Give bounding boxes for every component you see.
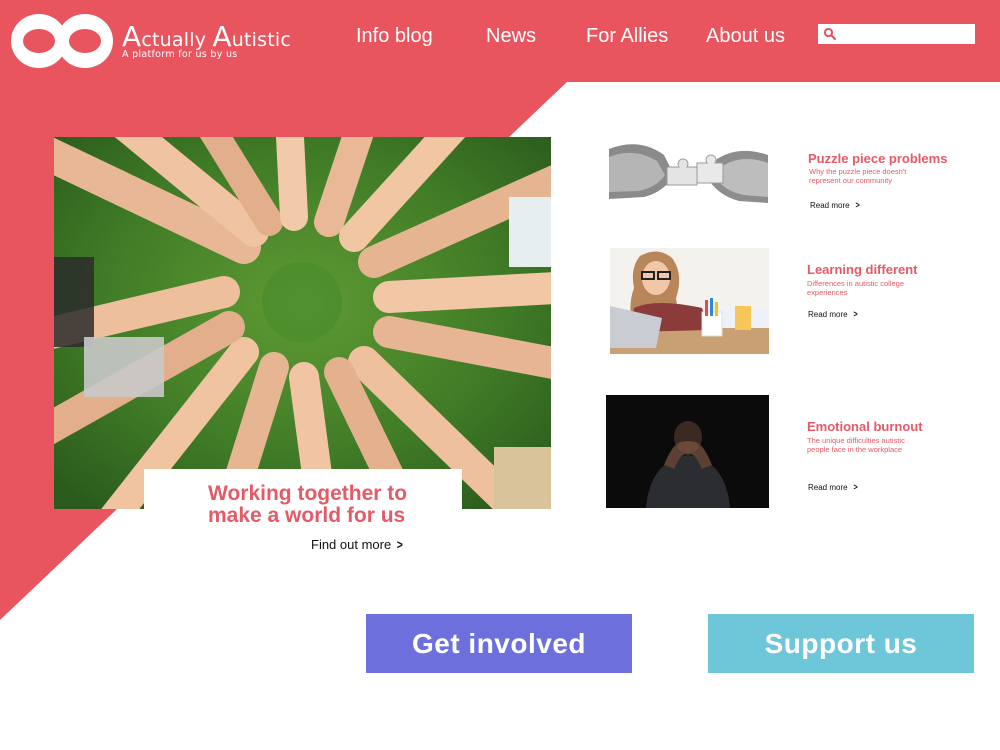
article-description: The unique difficulties autistic people …: [807, 436, 905, 454]
nav-about-us[interactable]: About us: [706, 25, 785, 48]
read-more-link[interactable]: Read more >: [810, 200, 860, 210]
hero-image: [54, 137, 551, 509]
infinity-icon[interactable]: [10, 12, 114, 70]
read-more-link[interactable]: Read more >: [808, 482, 858, 492]
article-image-burnout[interactable]: [606, 395, 769, 508]
brand-tagline: A platform for us by us: [122, 49, 238, 60]
nav-for-allies[interactable]: For Allies: [586, 25, 668, 48]
article-image-puzzle[interactable]: [609, 137, 768, 217]
search-input[interactable]: [840, 25, 970, 43]
search-icon[interactable]: [823, 27, 837, 41]
get-involved-button[interactable]: Get involved: [366, 614, 632, 673]
read-more-label: Read more: [808, 310, 848, 319]
read-more-link[interactable]: Read more >: [808, 309, 858, 319]
article-image-student[interactable]: [610, 248, 769, 354]
chevron-right-icon: >: [853, 482, 858, 492]
article-description: Differences in autistic college experien…: [807, 279, 904, 297]
find-out-more-link[interactable]: Find out more >: [311, 537, 404, 552]
support-us-button[interactable]: Support us: [708, 614, 974, 673]
read-more-label: Read more: [810, 201, 850, 210]
chevron-right-icon: >: [855, 200, 860, 210]
article-description: Why the puzzle piece doesn't represent o…: [809, 167, 907, 185]
nav-news[interactable]: News: [486, 25, 536, 48]
brand-word-1: ctually: [141, 29, 207, 51]
brand-word-2: utistic: [231, 29, 292, 51]
chevron-right-icon: >: [853, 309, 858, 319]
search-bar: [818, 24, 975, 44]
article-title[interactable]: Emotional burnout: [807, 419, 923, 434]
nav-info-blog[interactable]: Info blog: [356, 25, 433, 48]
find-out-more-label: Find out more: [311, 537, 392, 552]
hero-title: Working together to make a world for us: [208, 482, 408, 527]
article-title[interactable]: Learning different: [807, 262, 918, 277]
read-more-label: Read more: [808, 483, 848, 492]
chevron-right-icon: >: [396, 537, 404, 552]
article-title[interactable]: Puzzle piece problems: [808, 151, 947, 166]
